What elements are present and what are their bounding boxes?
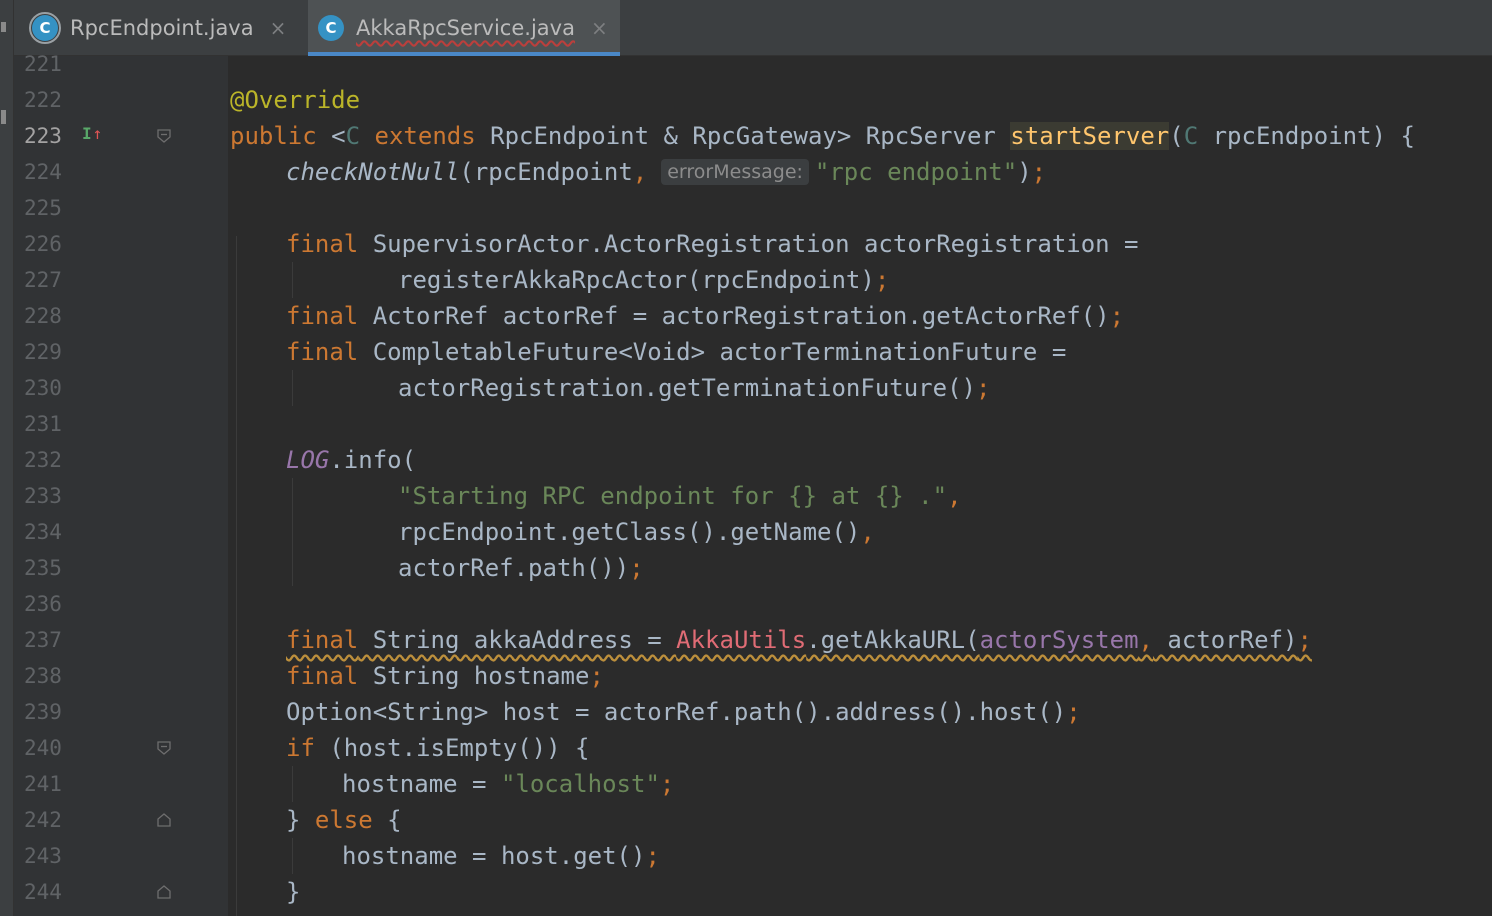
implements-method-icon[interactable]: I↑ xyxy=(82,124,102,143)
class-icon: C xyxy=(29,12,61,44)
method-signature: public <C extends RpcEndpoint & RpcGatew… xyxy=(230,122,1415,150)
code-line: 237 final String akkaAddress = AkkaUtils… xyxy=(14,622,1492,658)
line-number: 232 xyxy=(24,448,62,472)
line-number: 221 xyxy=(24,52,62,76)
line-number: 227 xyxy=(24,268,62,292)
line-number: 224 xyxy=(24,160,62,184)
line-number: 226 xyxy=(24,232,62,256)
code-text: } else { xyxy=(286,806,402,834)
line-number: 236 xyxy=(24,592,62,616)
code-text: actorRef.path()); xyxy=(398,554,644,582)
code-text: hostname = "localhost"; xyxy=(342,770,675,798)
code-line: 243 hostname = host.get(); xyxy=(14,838,1492,874)
fold-collapse-icon[interactable] xyxy=(156,128,172,144)
annotation-text: @Override xyxy=(230,86,361,114)
code-line: 233 "Starting RPC endpoint for {} at {} … xyxy=(14,478,1492,514)
line-number: 234 xyxy=(24,520,62,544)
strip-marker xyxy=(1,110,6,124)
code-line: 236 xyxy=(14,586,1492,622)
code-text: Option<String> host = actorRef.path().ad… xyxy=(286,698,1081,726)
code-text: actorRegistration.getTerminationFuture()… xyxy=(398,374,991,402)
line-number: 237 xyxy=(24,628,62,652)
line-number: 239 xyxy=(24,700,62,724)
code-line: 234 rpcEndpoint.getClass().getName(), xyxy=(14,514,1492,550)
code-line: 225 xyxy=(14,190,1492,226)
code-text: checkNotNull(rpcEndpoint, errorMessage: "r… xyxy=(286,158,1047,186)
code-line: 221 xyxy=(14,46,1492,82)
line-number: 241 xyxy=(24,772,62,796)
line-number: 233 xyxy=(24,484,62,508)
code-line: 241 hostname = "localhost"; xyxy=(14,766,1492,802)
code-line: 238 final String hostname; xyxy=(14,658,1492,694)
code-line: 232 LOG.info( xyxy=(14,442,1492,478)
close-icon[interactable]: × xyxy=(591,16,608,40)
code-text: registerAkkaRpcActor(rpcEndpoint); xyxy=(398,266,890,294)
code-line: 239 Option<String> host = actorRef.path(… xyxy=(14,694,1492,730)
fold-end-icon[interactable] xyxy=(156,884,172,900)
line-number: 231 xyxy=(24,412,62,436)
line-number: 228 xyxy=(24,304,62,328)
code-line: 228 final ActorRef actorRef = actorRegis… xyxy=(14,298,1492,334)
code-line: 242 } else { xyxy=(14,802,1492,838)
code-text: if (host.isEmpty()) { xyxy=(286,734,590,762)
code-line-current: 223 I↑ public <C extends RpcEndpoint & R… xyxy=(14,118,1492,154)
code-line: 235 actorRef.path()); xyxy=(14,550,1492,586)
fold-collapse-icon[interactable] xyxy=(156,740,172,756)
line-number: 244 xyxy=(24,880,62,904)
code-line: 224 checkNotNull(rpcEndpoint, errorMessag… xyxy=(14,154,1492,190)
side-tool-strip[interactable] xyxy=(0,0,14,916)
close-icon[interactable]: × xyxy=(270,16,287,40)
line-number: 243 xyxy=(24,844,62,868)
line-number: 230 xyxy=(24,376,62,400)
line-number: 242 xyxy=(24,808,62,832)
code-text-warning: final String akkaAddress = AkkaUtils.get… xyxy=(286,626,1312,654)
tab-label: RpcEndpoint.java xyxy=(70,16,254,40)
code-text: LOG.info( xyxy=(286,446,417,474)
code-text: hostname = host.get(); xyxy=(342,842,660,870)
code-line: 226 final SupervisorActor.ActorRegistrat… xyxy=(14,226,1492,262)
line-number: 229 xyxy=(24,340,62,364)
code-text: final String hostname; xyxy=(286,662,604,690)
code-text: } xyxy=(286,878,301,906)
code-line: 244 } xyxy=(14,874,1492,910)
code-line: 240 if (host.isEmpty()) { xyxy=(14,730,1492,766)
code-text: final SupervisorActor.ActorRegistration … xyxy=(286,230,1139,258)
class-icon: C xyxy=(318,15,344,41)
line-number: 223 xyxy=(24,124,62,148)
line-number: 238 xyxy=(24,664,62,688)
fold-end-icon[interactable] xyxy=(156,812,172,828)
code-line: 231 xyxy=(14,406,1492,442)
parameter-hint: errorMessage: xyxy=(661,159,809,185)
code-text: final ActorRef actorRef = actorRegistrat… xyxy=(286,302,1125,330)
code-line: 227 registerAkkaRpcActor(rpcEndpoint); xyxy=(14,262,1492,298)
code-lines: 221 222 @Override 223 I↑ public <C exten… xyxy=(14,46,1492,916)
strip-marker xyxy=(1,22,6,32)
code-text: "Starting RPC endpoint for {} at {} .", xyxy=(398,482,962,510)
code-text: final CompletableFuture<Void> actorTermi… xyxy=(286,338,1067,366)
tab-label: AkkaRpcService.java xyxy=(356,16,575,40)
code-text: rpcEndpoint.getClass().getName(), xyxy=(398,518,875,546)
code-line: 222 @Override xyxy=(14,82,1492,118)
code-line: 230 actorRegistration.getTerminationFutu… xyxy=(14,370,1492,406)
line-number: 240 xyxy=(24,736,62,760)
code-line: 229 final CompletableFuture<Void> actorT… xyxy=(14,334,1492,370)
line-number: 222 xyxy=(24,88,62,112)
line-number: 225 xyxy=(24,196,62,220)
line-number: 235 xyxy=(24,556,62,580)
